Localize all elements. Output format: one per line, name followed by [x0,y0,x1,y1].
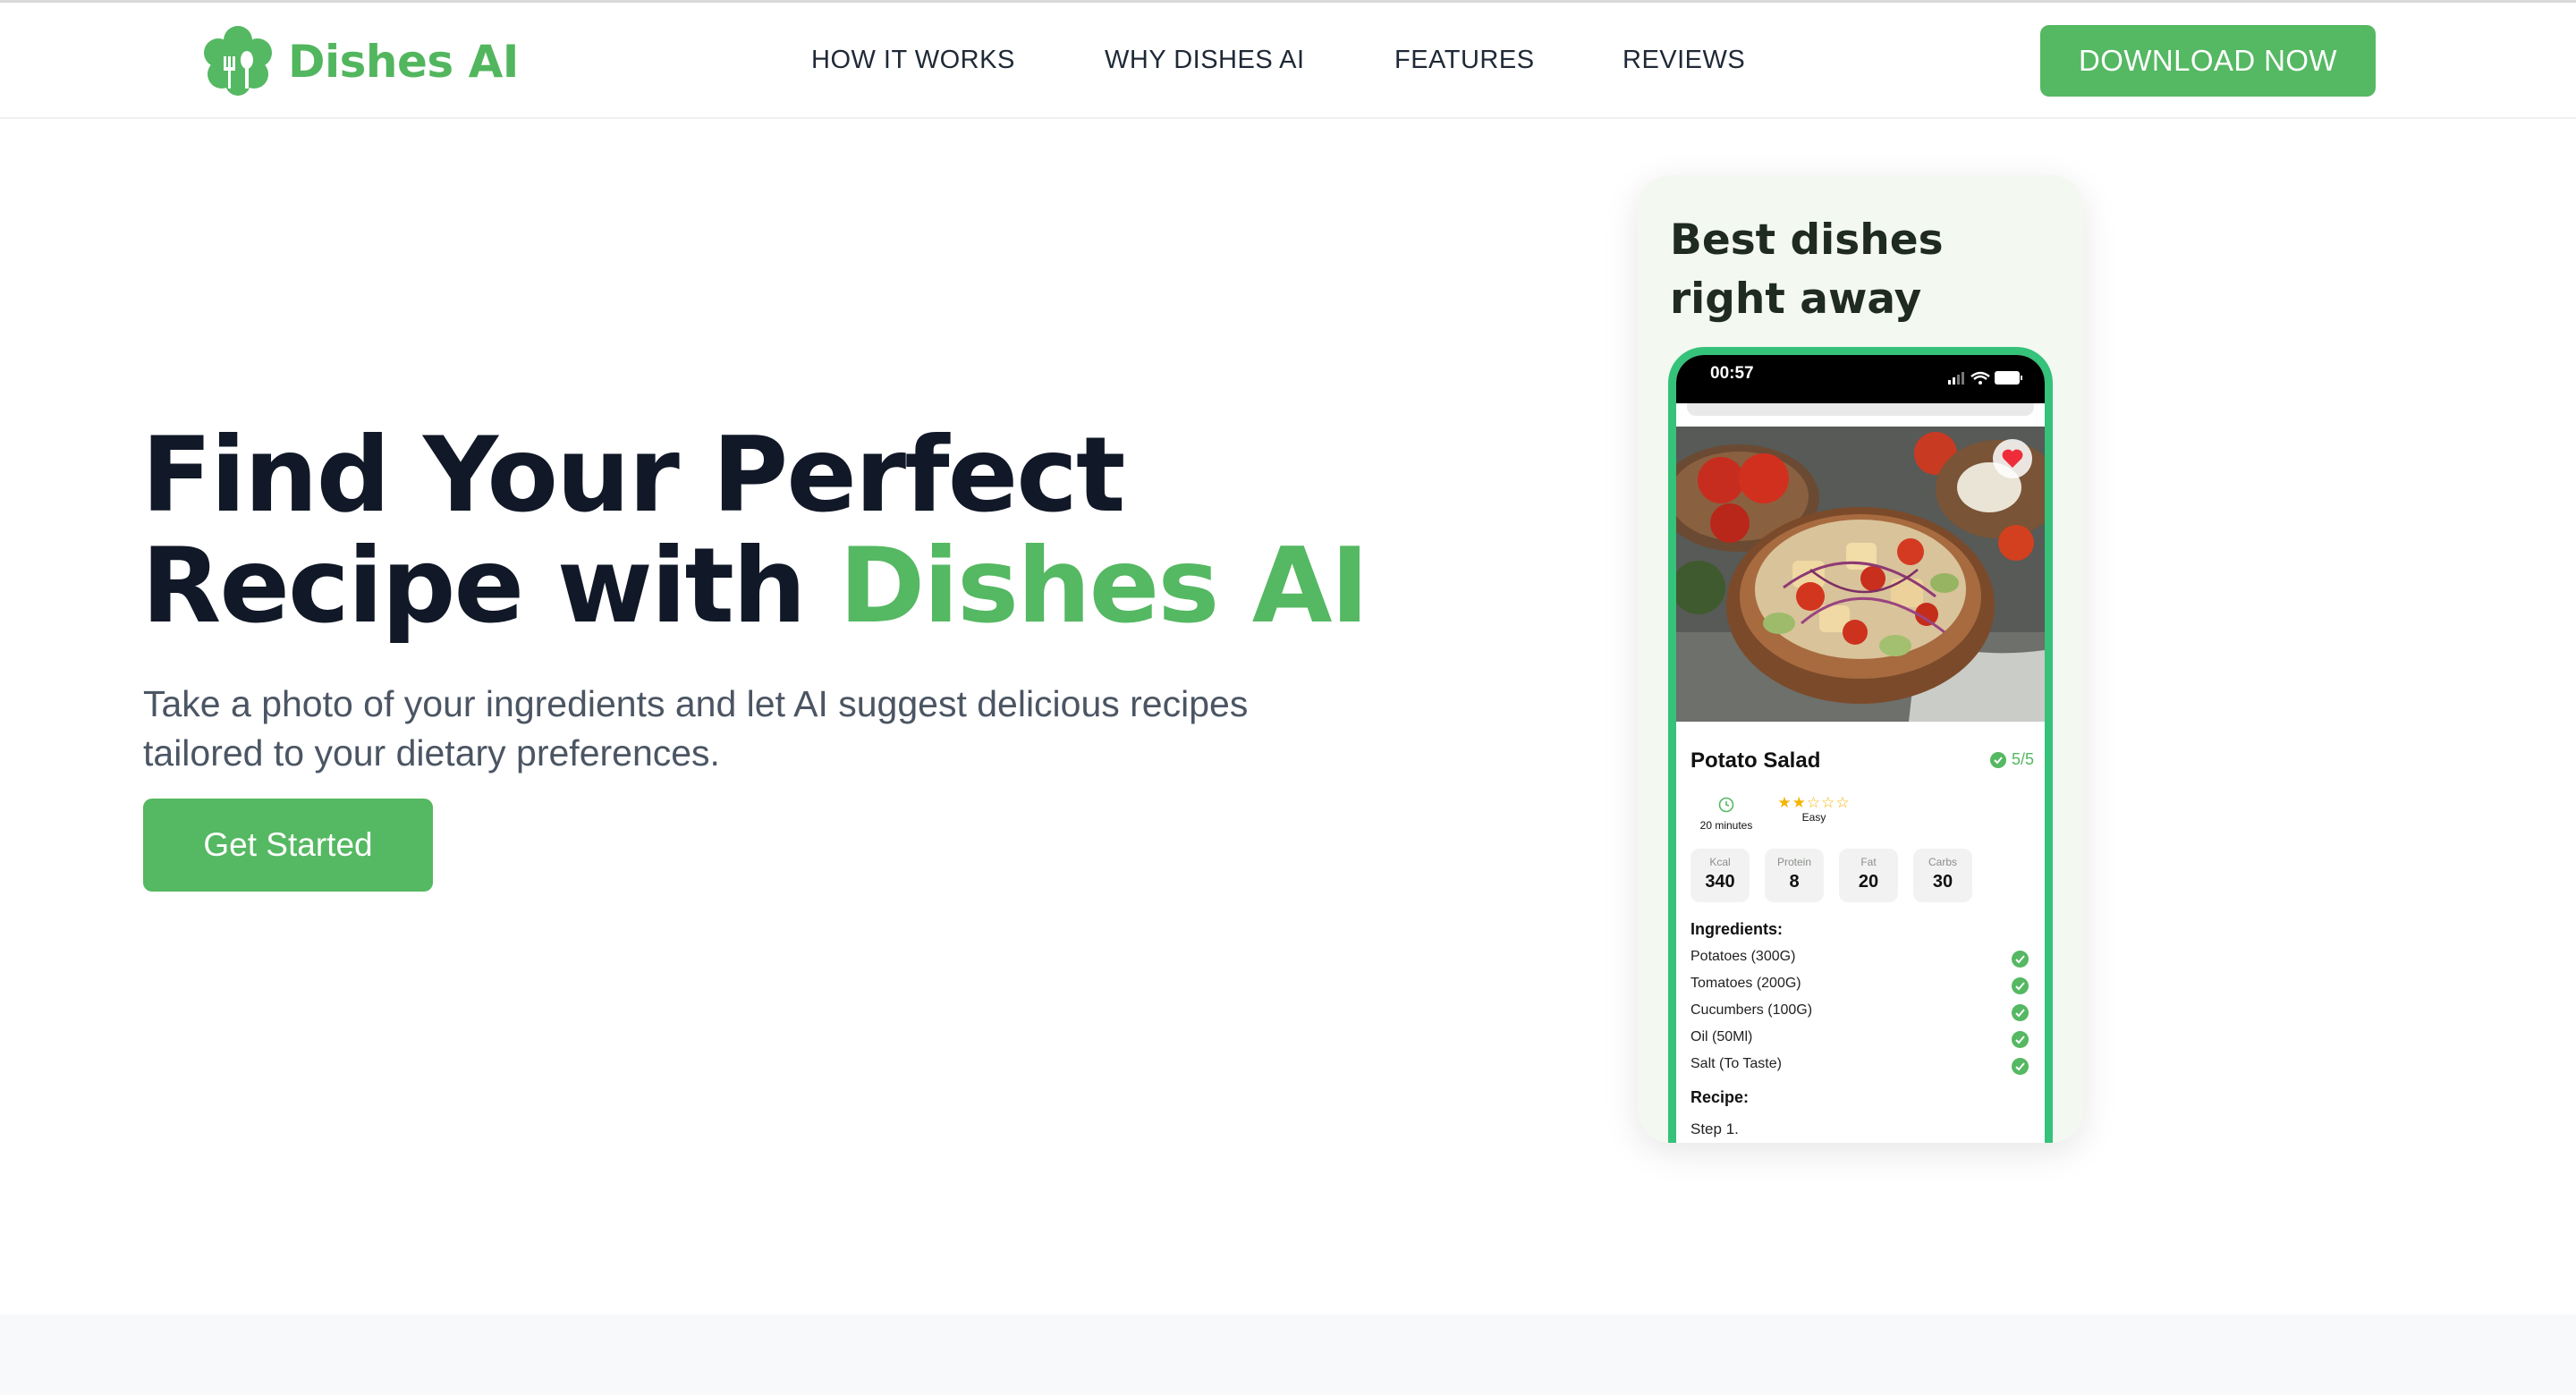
app-preview-card: Best dishes right away 00:57 Potato Sala… [1638,175,2083,1143]
nutrition-fat: Fat 20 [1839,849,1898,902]
ingredient-check-icon[interactable] [2012,1004,2029,1021]
nutrition-label: Kcal [1709,856,1731,868]
hero-title-line1: Find Your Perfect [141,415,1125,536]
nutrition-value: 20 [1858,872,1879,892]
sheet-handle [1687,403,2034,416]
dish-rating: 5/5 [1989,750,2034,769]
ingredient-label: Cucumbers (100G) [1690,1002,1813,1018]
nutrition-value: 340 [1705,872,1735,892]
site-header: Dishes AI HOW IT WORKS WHY DISHES AI FEA… [0,3,2576,119]
ingredient-check-icon[interactable] [2012,951,2029,968]
nutrition-value: 30 [1932,872,1953,892]
card-title: Best dishes right away [1670,216,1944,324]
favorite-heart-icon[interactable] [1993,439,2032,478]
download-now-button[interactable]: DOWNLOAD NOW [2040,25,2376,97]
star-filled-icon: ★ [1792,794,1807,811]
status-icons [1945,369,2025,387]
ingredient-item: Tomatoes (200G) [1690,976,2029,997]
ingredient-item: Cucumbers (100G) [1690,1002,2029,1024]
ingredient-label: Potatoes (300G) [1690,949,1796,964]
star-empty-icon: ☆ [1835,794,1851,811]
difficulty-stars: ★★☆☆☆ [1769,795,1859,811]
recipe-step: Step 1. [1690,1120,1739,1137]
nutrition-label: Carbs [1928,856,1957,868]
ingredient-label: Oil (50Ml) [1690,1029,1753,1044]
nutrition-value: 8 [1789,872,1800,892]
ingredients-heading: Ingredients: [1690,920,1784,938]
phone-status-bar: 00:57 [1676,355,2045,403]
next-section-band [0,1315,2576,1395]
clock-icon [1718,797,1734,813]
nav-features[interactable]: FEATURES [1394,46,1535,75]
ingredient-label: Salt (To Taste) [1690,1056,1782,1071]
hero-title-accent: Dishes AI [838,526,1369,647]
cook-time-label: 20 minutes [1699,819,1753,832]
phone-mockup: 00:57 Potato Salad 5/5 20 minutes ★★☆☆☆ … [1668,347,2053,1143]
nav-how-it-works[interactable]: HOW IT WORKS [811,46,1015,75]
nav-why-dishes-ai[interactable]: WHY DISHES AI [1105,46,1305,75]
dish-name: Potato Salad [1690,748,1821,773]
difficulty: ★★☆☆☆ Easy [1769,795,1859,824]
recipe-heading: Recipe: [1690,1088,1750,1106]
ingredient-check-icon[interactable] [2012,977,2029,994]
get-started-button[interactable]: Get Started [143,799,433,892]
cook-time: 20 minutes [1690,797,1762,832]
nutrition-carbs: Carbs 30 [1913,849,1972,902]
difficulty-label: Easy [1801,811,1826,824]
ingredient-item: Salt (To Taste) [1690,1056,2029,1078]
ingredient-item: Potatoes (300G) [1690,949,2029,970]
hero-subtitle: Take a photo of your ingredients and let… [143,683,1249,774]
dish-photo [1676,427,2045,722]
nutrition-protein: Protein 8 [1765,849,1824,902]
ingredient-item: Oil (50Ml) [1690,1029,2029,1051]
nav-reviews[interactable]: REVIEWS [1623,46,1745,75]
rating-value: 5/5 [2011,750,2034,768]
star-filled-icon: ★ [1777,794,1792,811]
nutrition-kcal: Kcal 340 [1690,849,1750,902]
check-circle-icon [1989,751,2006,768]
status-time: 00:57 [1710,364,1754,383]
nutrition-label: Fat [1860,856,1877,868]
star-empty-icon: ☆ [1806,794,1822,811]
ingredient-check-icon[interactable] [2012,1031,2029,1048]
ingredient-label: Tomatoes (200G) [1690,976,1801,991]
ingredient-check-icon[interactable] [2012,1058,2029,1075]
hero-title: Find Your Perfect Recipe with Dishes AI [141,420,1369,642]
star-empty-icon: ☆ [1821,794,1836,811]
hero-title-line2-prefix: Recipe with [141,526,839,647]
nutrition-label: Protein [1776,856,1812,868]
